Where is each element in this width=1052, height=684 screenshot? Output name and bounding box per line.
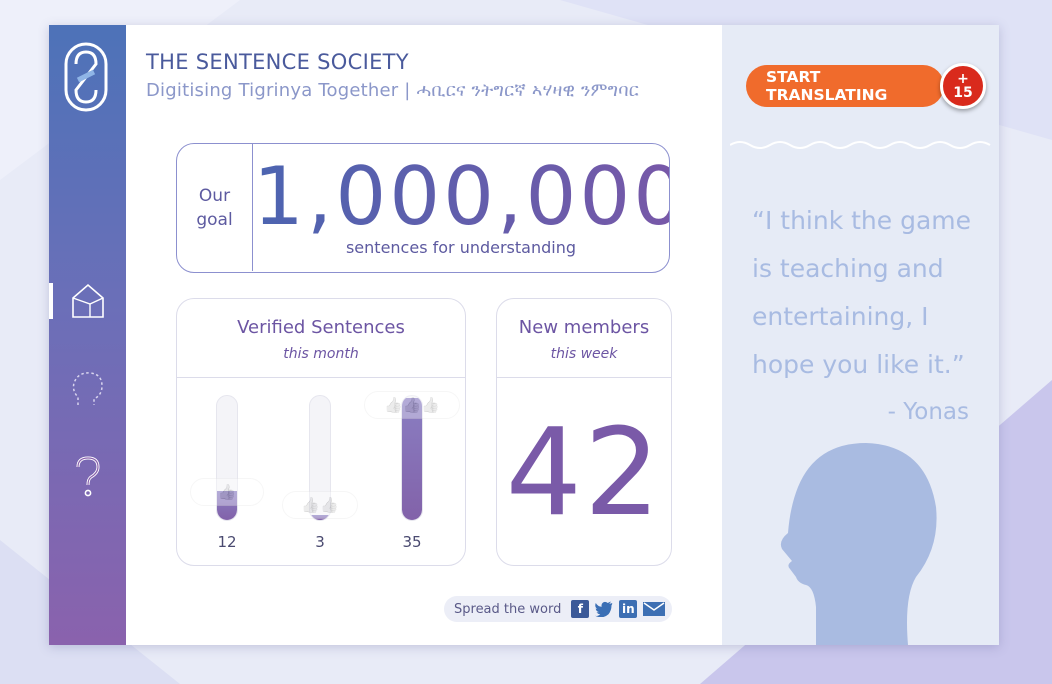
goal-label-line2: goal — [196, 209, 233, 230]
members-card-title: New members — [518, 317, 650, 338]
sidebar — [49, 25, 126, 645]
verified-card-subtitle: this month — [283, 346, 359, 362]
members-count: 42 — [505, 404, 663, 543]
goal-number: 1,000,000 — [253, 150, 688, 243]
members-card-header: New members this week — [497, 299, 671, 378]
head-silhouette-icon — [780, 443, 937, 645]
speech-head-icon — [72, 372, 103, 405]
thumbs-up-icon: 👍👍👍 — [364, 391, 460, 419]
new-members-card: New members this week 42 — [496, 298, 672, 566]
app-frame: THE SENTENCE SOCIETY Digitising Tigrinya… — [49, 25, 999, 645]
main-content: THE SENTENCE SOCIETY Digitising Tigrinya… — [126, 25, 722, 645]
question-icon — [76, 456, 100, 497]
verified-bar-value: 3 — [315, 533, 325, 551]
share-label: Spread the word — [454, 601, 562, 617]
badge-count: 15 — [953, 85, 973, 101]
thumbs-up-icon: 👍👍 — [282, 491, 358, 519]
site-title: THE SENTENCE SOCIETY — [146, 50, 409, 74]
goal-label: Our goal — [177, 144, 253, 271]
verified-card-header: Verified Sentences this month — [177, 299, 465, 378]
goal-panel: Our goal 1,000,000 sentences for underst… — [176, 143, 688, 273]
sidebar-item-speech[interactable] — [49, 364, 126, 414]
start-translating-button[interactable]: START TRANSLATING — [746, 65, 944, 107]
verified-bar-value: 12 — [217, 533, 237, 551]
testimonial-quote: “I think the game is teaching and entert… — [752, 206, 972, 379]
badge-plus: + — [957, 71, 969, 87]
share-bar: Spread the word f in — [444, 596, 672, 622]
thumbs-up-icon: 👍 — [190, 478, 264, 507]
twitter-icon[interactable] — [595, 600, 613, 618]
linkedin-icon[interactable]: in — [619, 600, 638, 618]
email-icon[interactable] — [643, 600, 666, 618]
verified-card-title: Verified Sentences — [237, 317, 405, 338]
sentence-society-logo-icon[interactable] — [64, 42, 108, 112]
facebook-icon[interactable]: f — [571, 600, 590, 618]
members-card-subtitle: this week — [550, 346, 618, 362]
goal-label-line1: Our — [198, 185, 231, 206]
sidebar-item-help[interactable] — [49, 452, 126, 502]
translation-count-badge: + 15 — [940, 63, 986, 109]
site-subtitle: Digitising Tigrinya Together | ሓቢርና ንትግር… — [146, 80, 639, 101]
goal-caption: sentences for understanding — [345, 238, 577, 257]
home-icon — [71, 283, 104, 318]
testimonial-author: - Yonas — [887, 399, 969, 425]
testimonial-panel: START TRANSLATING + 15 “I think the game… — [722, 25, 999, 645]
sidebar-item-home[interactable] — [49, 276, 126, 326]
verified-bar-value: 35 — [402, 533, 422, 551]
wave-divider — [730, 141, 991, 149]
